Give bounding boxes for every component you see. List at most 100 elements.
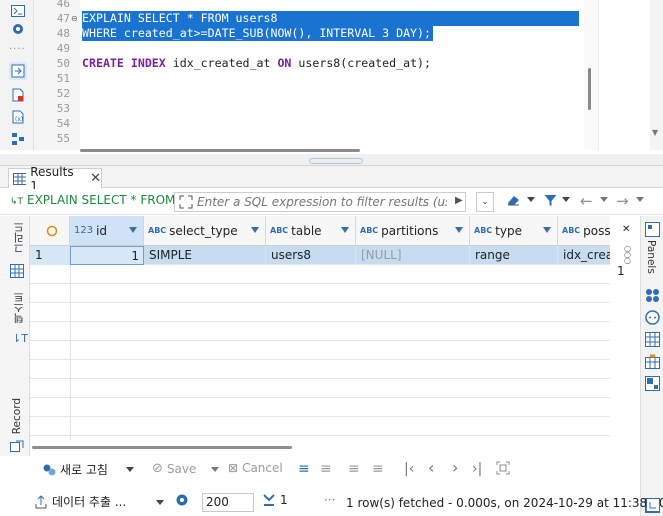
text-view-tab[interactable]: 텍스트	[11, 292, 26, 324]
layout-icon[interactable]	[645, 376, 660, 391]
sort-icon[interactable]	[129, 227, 137, 233]
expand-icon[interactable]	[179, 195, 193, 209]
gear-icon[interactable]	[9, 20, 27, 38]
save-label: Save	[166, 461, 197, 476]
back-dropdown-icon[interactable]	[600, 197, 608, 202]
filter-history-dropdown[interactable]: ⌄	[476, 192, 494, 212]
funnel-dropdown-icon[interactable]	[562, 197, 570, 202]
table-row[interactable]: 1 1 SIMPLE users8 [NULL] range idx_creat	[30, 246, 610, 265]
empty-row	[30, 265, 610, 284]
save-dropdown[interactable]	[211, 467, 219, 472]
cell-select-type[interactable]: SIMPLE	[144, 246, 266, 265]
grid-horizontal-scrollbar[interactable]	[30, 444, 610, 452]
query-label[interactable]: ↳T EXPLAIN SELECT * FROM	[10, 193, 175, 207]
refresh-dropdown[interactable]	[126, 467, 134, 472]
properties-icon[interactable]	[645, 310, 660, 325]
aggregate-icon[interactable]	[645, 288, 660, 303]
editor-vertical-scrollbar[interactable]	[584, 0, 598, 150]
editor-horizontal-scrollbar[interactable]	[80, 149, 360, 153]
row-number-cell[interactable]: 1	[30, 246, 70, 265]
sql-editor[interactable]: EXPLAIN SELECT * FROM users8 WHERE creat…	[80, 0, 580, 150]
column-header-table[interactable]: ABC table	[266, 216, 356, 246]
delete-row-icon[interactable]: ≡	[372, 461, 384, 477]
fetch-all-icon[interactable]	[496, 461, 510, 475]
save-button[interactable]: ⊘ Save	[152, 461, 196, 476]
column-header-partitions[interactable]: ABC partitions	[356, 216, 470, 246]
results-toolbar: 새로 고침 ⊘ Save ⊠ Cancel ≡ ≡ ≡ ≡ |‹ ‹ › ›|	[30, 456, 640, 482]
filter-input[interactable]	[197, 195, 447, 209]
fold-icon[interactable]: ⊖	[71, 11, 78, 26]
calculator-icon[interactable]	[645, 354, 660, 369]
last-page-icon[interactable]: ›|	[472, 461, 482, 477]
splitter-grip-icon[interactable]	[309, 158, 363, 164]
eraser-icon[interactable]	[506, 194, 520, 206]
code-line-selected[interactable]: WHERE created_at>=DATE_SUB(NOW(), INTERV…	[82, 26, 433, 41]
new-script-icon[interactable]	[9, 86, 27, 104]
code-line-create-index[interactable]: CREATE INDEX idx_created_at ON users8(cr…	[82, 56, 431, 71]
close-panel-icon[interactable]: ✕	[622, 224, 630, 235]
sort-icon[interactable]	[251, 227, 259, 233]
bottom-corner-icon[interactable]	[646, 498, 660, 512]
add-row-icon[interactable]: ≡	[320, 461, 332, 477]
terminal-icon[interactable]	[9, 2, 27, 20]
cell-possible-keys[interactable]: idx_creat	[558, 246, 610, 265]
row-number-header[interactable]	[30, 216, 70, 246]
export-dropdown[interactable]	[156, 500, 164, 505]
column-header-select-type[interactable]: ABC select_type	[144, 216, 266, 246]
forward-arrow-icon[interactable]: →	[616, 192, 629, 210]
grid-view-tab[interactable]: 그리드	[11, 222, 26, 254]
export-icon	[35, 494, 47, 508]
sort-icon[interactable]	[341, 227, 349, 233]
results-tab[interactable]: Results 1 ✕	[8, 165, 102, 193]
back-arrow-icon[interactable]: ←	[580, 192, 593, 210]
column-header-possible-keys[interactable]: ABC possi	[558, 216, 610, 246]
filter-expression-input[interactable]	[174, 192, 466, 212]
column-header-id[interactable]: 123 id	[70, 216, 144, 246]
metadata-icon[interactable]	[645, 332, 660, 347]
column-name: select_type	[169, 223, 238, 238]
empty-row	[30, 379, 610, 398]
previous-page-icon[interactable]: ‹	[428, 458, 434, 477]
execute-script-icon[interactable]	[9, 62, 27, 80]
record-view-tab[interactable]: Record	[11, 398, 23, 434]
sort-icon[interactable]	[455, 227, 463, 233]
panels-toggle-icon[interactable]	[645, 222, 660, 237]
sort-icon[interactable]	[543, 227, 551, 233]
variables-icon[interactable]: (x)	[9, 108, 27, 126]
funnel-icon[interactable]	[544, 194, 557, 207]
gear-icon[interactable]	[175, 493, 189, 507]
first-page-icon[interactable]: |‹	[404, 461, 414, 477]
fetch-next-button[interactable]: 1	[262, 493, 288, 507]
text-view-icon[interactable]: ⇂T	[12, 332, 28, 345]
code-line-selected[interactable]: EXPLAIN SELECT * FROM users8	[82, 11, 579, 26]
cancel-button[interactable]: ⊠ Cancel	[228, 461, 283, 475]
edit-row-icon[interactable]: ≡	[298, 461, 310, 477]
eraser-dropdown-icon[interactable]	[527, 197, 535, 202]
editor-results-splitter[interactable]	[0, 154, 663, 166]
next-page-icon[interactable]: ›	[452, 458, 458, 477]
fetch-next-icon	[263, 494, 275, 506]
status-toolbar: 데이터 추출 ... 200 1 ··· 1 row(s) fetched - …	[0, 488, 663, 516]
refresh-button[interactable]: 새로 고침	[42, 461, 108, 478]
play-filter-icon[interactable]: ▶	[455, 195, 463, 206]
more-vertical-icon[interactable]: ○ ○ ○	[624, 245, 631, 265]
outline-icon[interactable]	[9, 130, 27, 148]
cell-id[interactable]: 1	[70, 246, 144, 265]
record-mode-icon[interactable]	[10, 440, 24, 452]
cell-partitions[interactable]: [NULL]	[356, 246, 470, 265]
text-type-icon: ABC	[148, 226, 167, 235]
results-grid[interactable]: 123 id ABC select_type ABC table ABC par…	[30, 216, 610, 440]
cell-table[interactable]: users8	[266, 246, 356, 265]
cell-type[interactable]: range	[470, 246, 558, 265]
export-button[interactable]: 데이터 추출 ...	[34, 493, 126, 510]
panels-label[interactable]: Panels	[645, 240, 657, 274]
column-header-type[interactable]: ABC type	[470, 216, 558, 246]
scroll-down-icon[interactable]: ▼	[652, 128, 658, 137]
close-icon[interactable]: ✕	[90, 171, 101, 186]
more-options-icon[interactable]: ···	[324, 493, 335, 507]
copy-row-icon[interactable]: ≡	[348, 461, 360, 477]
forward-dropdown-icon[interactable]	[636, 197, 644, 202]
max-rows-input[interactable]: 200	[202, 493, 254, 512]
column-name: partitions	[381, 223, 439, 238]
grid-view-icon[interactable]	[10, 264, 24, 278]
